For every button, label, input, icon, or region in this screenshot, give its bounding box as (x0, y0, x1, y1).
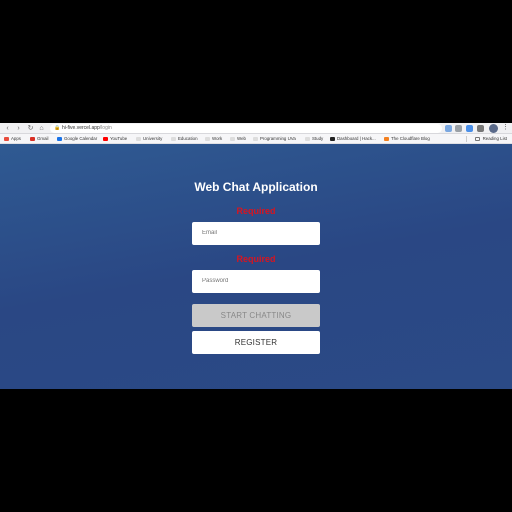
menu-icon[interactable]: ⋮ (502, 123, 509, 133)
bookmark-label: The Cloudflare Blog (391, 136, 430, 141)
back-icon[interactable]: ‹ (3, 124, 12, 133)
reading-list[interactable]: Reading List (474, 134, 507, 144)
bookmark-work[interactable]: Work (205, 134, 222, 144)
bookmark-label: Web (237, 136, 246, 141)
bookmark-label: Dashboard | Hack... (337, 136, 376, 141)
bookmark-programming-uva[interactable]: Programming UVa (253, 134, 296, 144)
calendar-icon (57, 137, 62, 141)
bookmark-label: Google Calendar (64, 136, 98, 141)
folder-icon (136, 137, 141, 141)
password-field[interactable] (192, 270, 320, 293)
bookmark-label: University (143, 136, 163, 141)
bookmark-apps[interactable]: Apps (4, 134, 21, 144)
login-page: Web Chat Application Required Required S… (0, 144, 512, 389)
reading-list-icon (474, 137, 480, 141)
lock-icon: 🔒 (54, 125, 61, 131)
youtube-icon (103, 137, 108, 141)
bookmark-label: Study (312, 136, 324, 141)
email-error: Required (236, 206, 276, 216)
bookmark-youtube[interactable]: YouTube (103, 134, 127, 144)
bookmark-study[interactable]: Study (305, 134, 323, 144)
extension-icon-2[interactable] (466, 125, 473, 132)
folder-icon (253, 137, 258, 141)
cloudflare-icon (384, 137, 389, 141)
page-title: Web Chat Application (194, 180, 318, 194)
folder-icon (230, 137, 235, 141)
bookmark-web[interactable]: Web (230, 134, 246, 144)
address-bar[interactable]: 🔒 hi-five.vercel.app/login (50, 124, 442, 133)
bookmark-education[interactable]: Education (171, 134, 198, 144)
gmail-icon (30, 137, 35, 141)
browser-window: ‹ › ↻ ⌂ 🔒 hi-five.vercel.app/login ⋮ App… (0, 123, 512, 389)
forward-icon[interactable]: › (14, 124, 23, 133)
apps-icon (4, 137, 9, 141)
bookmark-label: Work (212, 136, 223, 141)
start-chatting-button[interactable]: START CHATTING (192, 304, 320, 327)
folder-icon (305, 137, 310, 141)
bookmark-cloudflare-blog[interactable]: The Cloudflare Blog (384, 134, 430, 144)
browser-toolbar: ‹ › ↻ ⌂ 🔒 hi-five.vercel.app/login ⋮ (0, 123, 512, 134)
avatar[interactable] (489, 124, 498, 133)
bookmark-label: Education (178, 136, 198, 141)
bookmarks-bar: Apps Gmail Google Calendar YouTube Unive… (0, 134, 512, 144)
register-button[interactable]: REGISTER (192, 331, 320, 354)
bookmark-label: YouTube (110, 136, 128, 141)
extension-icon[interactable] (455, 125, 462, 132)
bookmark-dashboard[interactable]: Dashboard | Hack... (330, 134, 376, 144)
bookmark-gmail[interactable]: Gmail (30, 134, 48, 144)
divider (466, 136, 467, 142)
home-icon[interactable]: ⌂ (37, 124, 46, 133)
bookmark-label: Apps (11, 136, 22, 141)
reading-list-label: Reading List (482, 136, 507, 141)
folder-icon (171, 137, 176, 141)
reload-icon[interactable]: ↻ (26, 124, 35, 133)
password-error: Required (236, 254, 276, 264)
bookmark-google-calendar[interactable]: Google Calendar (57, 134, 97, 144)
puzzle-icon[interactable] (477, 125, 484, 132)
bookmark-university[interactable]: University (136, 134, 162, 144)
hackerrank-icon (330, 137, 335, 141)
email-field[interactable] (192, 222, 320, 245)
url-path: /login (99, 125, 112, 131)
translate-icon[interactable] (445, 125, 452, 132)
bookmark-label: Programming UVa (260, 136, 296, 141)
folder-icon (205, 137, 210, 141)
url-host: hi-five.vercel.app (62, 125, 100, 131)
bookmark-label: Gmail (37, 136, 49, 141)
